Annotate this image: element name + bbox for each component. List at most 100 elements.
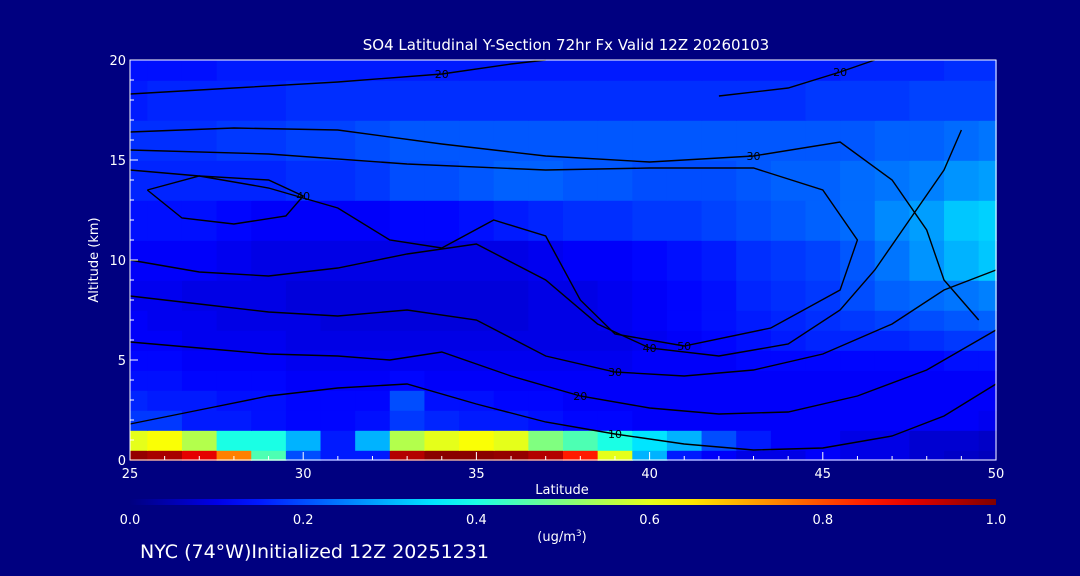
x-tick-label: 25 — [122, 467, 139, 482]
field-cell — [147, 60, 183, 81]
field-cell — [909, 120, 945, 161]
field-cell — [355, 280, 391, 311]
field-cell — [597, 80, 634, 121]
field-cell — [701, 80, 737, 121]
contour-label: 40 — [643, 342, 657, 355]
field-cell — [944, 60, 980, 81]
field-cell — [632, 60, 668, 81]
x-tick-label: 50 — [988, 467, 1005, 482]
field-cell — [563, 80, 599, 121]
field-cell — [840, 80, 876, 121]
field-cell — [944, 280, 980, 311]
field-cell — [563, 160, 599, 201]
field-cell — [528, 430, 564, 451]
field-cell — [493, 390, 530, 411]
field-cell — [251, 410, 287, 431]
field-cell — [181, 120, 218, 161]
field-cell — [285, 240, 322, 281]
field-cell — [320, 60, 356, 81]
field-cell — [285, 120, 322, 161]
field-cell — [355, 390, 391, 411]
field-cell — [147, 330, 183, 351]
field-cell — [528, 80, 564, 121]
field-cell — [493, 350, 530, 371]
field-cell — [320, 430, 356, 451]
field-cell — [424, 350, 460, 371]
field-cell — [666, 430, 703, 451]
field-cell — [389, 330, 426, 351]
field-cell — [874, 310, 911, 331]
field-cell — [632, 310, 668, 331]
x-tick-label: 45 — [815, 467, 832, 482]
colorbar-tick-label: 0.6 — [639, 513, 660, 528]
field-cell — [285, 350, 322, 371]
field-cell — [770, 430, 807, 451]
field-cell — [632, 410, 668, 431]
field-cell — [701, 120, 737, 161]
field-cell — [944, 390, 980, 411]
x-axis-label: Latitude — [535, 483, 589, 498]
contour-label: 50 — [677, 340, 691, 353]
field-cell — [874, 430, 911, 451]
field-cell — [597, 240, 634, 281]
field-cell — [701, 60, 737, 81]
field-cell — [770, 350, 807, 371]
field-cell — [978, 430, 997, 451]
field-cell — [424, 370, 460, 391]
field-cell — [147, 410, 183, 431]
field-cell — [389, 200, 426, 241]
field-cell — [285, 80, 322, 121]
field-cell — [216, 370, 253, 391]
field-cell — [355, 80, 391, 121]
field-cell — [493, 160, 530, 201]
field-cell — [320, 390, 356, 411]
field-cell — [459, 330, 495, 351]
field-cell — [874, 120, 911, 161]
contour-label: 30 — [608, 366, 622, 379]
field-cell — [978, 240, 997, 281]
field-cell — [320, 200, 356, 241]
field-cell — [666, 80, 703, 121]
field-cell — [389, 160, 426, 201]
contour-label: 10 — [608, 428, 622, 441]
field-cell — [701, 200, 737, 241]
field-cell — [909, 310, 945, 331]
field-cell — [736, 310, 772, 331]
field-cell — [874, 240, 911, 281]
field-cell — [251, 390, 287, 411]
field-cell — [459, 120, 495, 161]
field-cell — [563, 330, 599, 351]
field-cell — [389, 240, 426, 281]
y-tick-label: 5 — [118, 354, 126, 369]
field-cell — [666, 240, 703, 281]
field-cell — [874, 60, 911, 81]
field-cell — [130, 280, 149, 311]
field-cell — [216, 60, 253, 81]
field-cell — [216, 350, 253, 371]
field-cell — [770, 200, 807, 241]
field-cell — [701, 240, 737, 281]
field-cell — [528, 310, 564, 331]
field-cell — [251, 330, 287, 351]
y-axis-label: Altitude (km) — [87, 217, 102, 302]
field-cell — [389, 350, 426, 371]
field-cell — [909, 350, 945, 371]
field-cell — [909, 60, 945, 81]
field-cell — [978, 200, 997, 241]
field-cell — [285, 430, 322, 451]
field-cell — [320, 160, 356, 201]
field-cell — [909, 370, 945, 391]
field-cell — [944, 80, 980, 121]
field-cell — [424, 390, 460, 411]
field-cell — [563, 120, 599, 161]
field-cell — [528, 200, 564, 241]
field-cell — [909, 80, 945, 121]
field-cell — [840, 160, 876, 201]
field-cell — [701, 390, 737, 411]
field-cell — [805, 160, 841, 201]
field-cell — [770, 410, 807, 431]
field-cell — [701, 330, 737, 351]
colorbar-tick-label: 0.8 — [812, 513, 833, 528]
field-cell — [597, 200, 634, 241]
field-cell — [147, 80, 183, 121]
